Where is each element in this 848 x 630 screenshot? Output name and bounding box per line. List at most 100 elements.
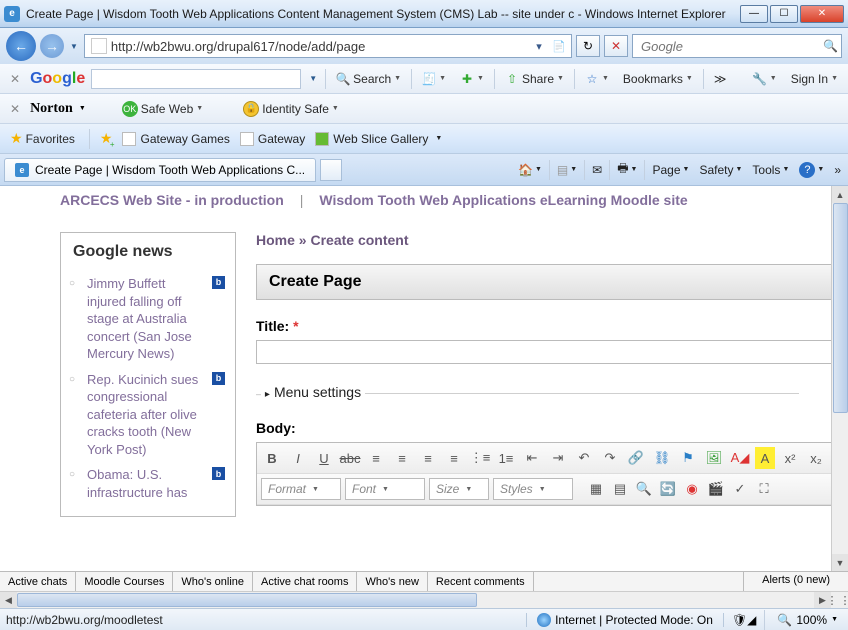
editor-redo[interactable]: ↷ bbox=[599, 447, 621, 469]
minimize-button[interactable]: — bbox=[740, 5, 768, 23]
toolbar-close-icon[interactable]: ✕ bbox=[6, 72, 24, 86]
page-menu-button[interactable]: Page▼ bbox=[649, 161, 692, 179]
search-bar[interactable]: g 🔍 bbox=[632, 34, 842, 58]
editor-bgcolor[interactable]: A bbox=[755, 447, 775, 469]
refresh-button[interactable]: ↻ bbox=[576, 35, 600, 57]
editor-strike-button[interactable]: abc bbox=[339, 447, 361, 469]
toplink-moodle[interactable]: Wisdom Tooth Web Applications eLearning … bbox=[319, 192, 687, 208]
editor-table[interactable]: ▦ bbox=[585, 478, 607, 500]
maximize-button[interactable]: ☐ bbox=[770, 5, 798, 23]
url-input[interactable] bbox=[111, 39, 529, 54]
btab-active-chat-rooms[interactable]: Active chat rooms bbox=[253, 572, 357, 591]
search-input[interactable] bbox=[641, 39, 819, 54]
protected-mode-icon[interactable]: 🛡◢ bbox=[732, 613, 756, 627]
nav-history-dropdown[interactable]: ▼ bbox=[68, 42, 80, 51]
norton-close-icon[interactable]: ✕ bbox=[6, 102, 24, 116]
editor-align-justify[interactable]: ≡ bbox=[443, 447, 465, 469]
mail-button[interactable]: ✉ bbox=[589, 161, 605, 179]
horizontal-scrollbar[interactable]: ◀ ▶ ⋮⋮ bbox=[0, 591, 848, 608]
google-search-input[interactable] bbox=[91, 69, 301, 89]
google-bookmarks-button[interactable]: Bookmarks▼ bbox=[619, 70, 697, 88]
google-signin-button[interactable]: Sign In▼ bbox=[787, 70, 842, 88]
google-settings-button[interactable]: 🔧▼ bbox=[749, 70, 781, 88]
toplink-arcecs[interactable]: ARCECS Web Site - in production bbox=[60, 192, 284, 208]
editor-source[interactable]: ▤ bbox=[609, 478, 631, 500]
editor-styles-dropdown[interactable]: Styles▼ bbox=[493, 478, 573, 500]
editor-flash[interactable]: ◉ bbox=[681, 478, 703, 500]
norton-safeweb-button[interactable]: OKSafe Web▼ bbox=[118, 99, 207, 119]
google-sidewiki-button[interactable]: 🧾▼ bbox=[418, 70, 450, 88]
new-tab-button[interactable] bbox=[320, 159, 342, 181]
editor-indent[interactable]: ⇥ bbox=[547, 447, 569, 469]
btab-recent-comments[interactable]: Recent comments bbox=[428, 572, 534, 591]
btab-whos-new[interactable]: Who's new bbox=[357, 572, 427, 591]
close-button[interactable]: ✕ bbox=[800, 5, 844, 23]
search-go-icon[interactable]: 🔍 bbox=[823, 39, 838, 53]
norton-identity-button[interactable]: 🔒Identity Safe▼ bbox=[239, 99, 343, 119]
security-zone[interactable]: Internet | Protected Mode: On bbox=[526, 613, 724, 627]
editor-undo[interactable]: ↶ bbox=[573, 447, 595, 469]
scroll-right-icon[interactable]: ▶ bbox=[814, 592, 831, 608]
editor-outdent[interactable]: ⇤ bbox=[521, 447, 543, 469]
editor-unlink[interactable]: ⛓ bbox=[651, 447, 673, 469]
editor-number-list[interactable]: 1≡ bbox=[495, 447, 517, 469]
google-bookmark-button[interactable]: ☆▼ bbox=[581, 70, 613, 88]
compat-view-icon[interactable]: 📄 bbox=[549, 36, 569, 56]
scroll-down-icon[interactable]: ▼ bbox=[832, 554, 848, 571]
editor-anchor[interactable]: ⚑ bbox=[677, 447, 699, 469]
btab-active-chats[interactable]: Active chats bbox=[0, 572, 76, 591]
expand-chevron[interactable]: » bbox=[831, 161, 844, 179]
editor-format-dropdown[interactable]: Format▼ bbox=[261, 478, 341, 500]
btab-whos-online[interactable]: Who's online bbox=[173, 572, 253, 591]
menu-settings-fieldset[interactable]: – ▸Menu settings ———————————————————————… bbox=[256, 384, 832, 400]
scroll-up-icon[interactable]: ▲ bbox=[832, 186, 848, 203]
editor-image[interactable]: 🖼 bbox=[703, 447, 725, 469]
forward-button[interactable]: → bbox=[40, 34, 64, 58]
vertical-scrollbar[interactable]: ▲ ▼ bbox=[831, 186, 848, 571]
news-item[interactable]: Obama: U.S. infrastructure hasb bbox=[83, 462, 225, 505]
editor-italic-button[interactable]: I bbox=[287, 447, 309, 469]
editor-align-center[interactable]: ≡ bbox=[391, 447, 413, 469]
favlink-gateway-games[interactable]: Gateway Games bbox=[122, 132, 229, 146]
scroll-thumb[interactable] bbox=[833, 203, 848, 413]
editor-align-left[interactable]: ≡ bbox=[365, 447, 387, 469]
favlink-gateway[interactable]: Gateway bbox=[240, 132, 305, 146]
page-tab[interactable]: e Create Page | Wisdom Tooth Web Applica… bbox=[4, 158, 316, 182]
editor-superscript[interactable]: x² bbox=[779, 447, 801, 469]
editor-bold-button[interactable]: B bbox=[261, 447, 283, 469]
home-button[interactable]: 🏠▼ bbox=[515, 161, 545, 179]
editor-align-right[interactable]: ≡ bbox=[417, 447, 439, 469]
google-expand-button[interactable]: ≫ bbox=[710, 70, 731, 88]
back-button[interactable]: ← bbox=[6, 31, 36, 61]
editor-subscript[interactable]: x₂ bbox=[805, 447, 827, 469]
google-share-button[interactable]: ⇧Share▼ bbox=[501, 70, 568, 88]
hscroll-thumb[interactable] bbox=[17, 593, 477, 607]
favorites-button[interactable]: ★Favorites bbox=[6, 128, 79, 149]
google-search-dropdown[interactable]: ▼ bbox=[307, 74, 319, 83]
news-item[interactable]: Rep. Kucinich sues congressional cafeter… bbox=[83, 367, 225, 463]
addr-dropdown[interactable]: ▾ bbox=[529, 36, 549, 56]
resize-grip-icon[interactable]: ⋮⋮ bbox=[831, 592, 848, 608]
alerts-tab[interactable]: Alerts (0 new) bbox=[743, 572, 848, 591]
help-button[interactable]: ?▼ bbox=[796, 160, 827, 180]
title-input[interactable] bbox=[256, 340, 832, 364]
editor-fullscreen[interactable]: ⛶ bbox=[753, 478, 775, 500]
google-more-button[interactable]: ✚▼ bbox=[456, 70, 488, 88]
breadcrumb-home[interactable]: Home bbox=[256, 232, 295, 248]
zoom-control[interactable]: 🔍100%▼ bbox=[773, 613, 842, 627]
editor-media[interactable]: 🎬 bbox=[705, 478, 727, 500]
feeds-button[interactable]: ▤▼ bbox=[554, 161, 580, 179]
editor-bullet-list[interactable]: ⋮≡ bbox=[469, 447, 491, 469]
add-favorite-icon[interactable]: ★+ bbox=[100, 130, 113, 147]
editor-size-dropdown[interactable]: Size▼ bbox=[429, 478, 489, 500]
editor-find[interactable]: 🔍 bbox=[633, 478, 655, 500]
btab-moodle-courses[interactable]: Moodle Courses bbox=[76, 572, 173, 591]
scroll-left-icon[interactable]: ◀ bbox=[0, 592, 17, 608]
editor-spellcheck[interactable]: ✓ bbox=[729, 478, 751, 500]
favlink-web-slice[interactable]: Web Slice Gallery▼ bbox=[315, 132, 442, 146]
editor-link[interactable]: 🔗 bbox=[625, 447, 647, 469]
safety-menu-button[interactable]: Safety▼ bbox=[696, 161, 745, 179]
editor-underline-button[interactable]: U bbox=[313, 447, 335, 469]
editor-textcolor[interactable]: A◢ bbox=[729, 447, 751, 469]
editor-replace[interactable]: 🔄 bbox=[657, 478, 679, 500]
